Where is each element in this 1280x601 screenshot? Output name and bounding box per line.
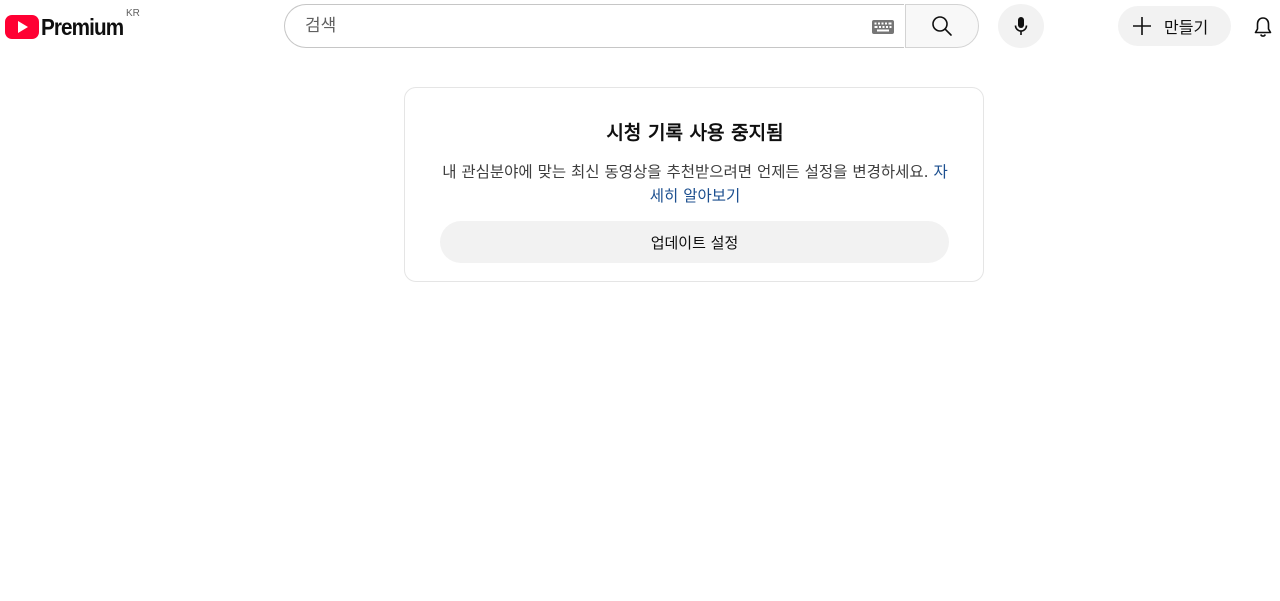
plus-icon xyxy=(1133,17,1151,35)
search-button[interactable] xyxy=(905,4,979,48)
voice-search-button[interactable] xyxy=(998,4,1044,48)
youtube-play-icon xyxy=(5,15,39,39)
region-code: KR xyxy=(126,8,140,19)
card-title: 시청 기록 사용 중지됨 xyxy=(606,122,784,144)
masthead: Premium KR 검색 만들기 xyxy=(0,0,1280,56)
search-icon xyxy=(932,16,952,36)
create-label: 만들기 xyxy=(1164,18,1209,37)
keyboard-icon[interactable] xyxy=(872,20,894,34)
search-input[interactable] xyxy=(305,5,865,47)
update-settings-button[interactable]: 업데이트 설정 xyxy=(440,221,949,263)
logo-text: Premium xyxy=(41,13,124,40)
card-description: 내 관심분야에 맞는 최신 동영상을 추천받으려면 언제든 설정을 변경하세요.… xyxy=(441,160,949,208)
description-text: 내 관심분야에 맞는 최신 동영상을 추천받으려면 언제든 설정을 변경하세요. xyxy=(442,163,934,181)
mic-icon xyxy=(1014,17,1028,35)
create-button[interactable]: 만들기 xyxy=(1118,6,1231,46)
notifications-button[interactable] xyxy=(1250,14,1276,40)
history-paused-card: 시청 기록 사용 중지됨 내 관심분야에 맞는 최신 동영상을 추천받으려면 언… xyxy=(404,87,984,282)
search-box xyxy=(284,4,904,48)
bell-icon xyxy=(1254,17,1272,37)
youtube-premium-logo[interactable]: Premium xyxy=(4,12,132,42)
